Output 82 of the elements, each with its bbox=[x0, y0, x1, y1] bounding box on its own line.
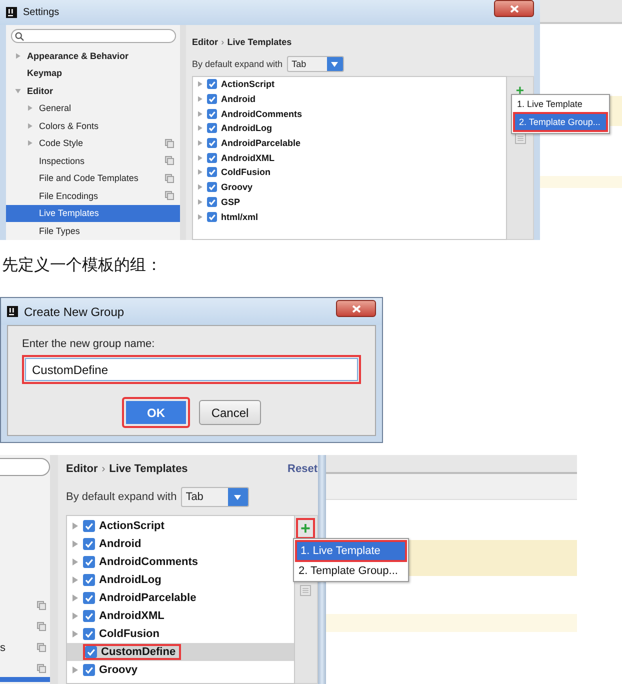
menu-item[interactable]: 1. Live Template bbox=[296, 542, 404, 560]
group-label: Android bbox=[99, 538, 142, 550]
sidebar-label: File and Code Templates bbox=[39, 173, 138, 184]
template-row[interactable]: AndroidXML bbox=[193, 150, 506, 166]
breadcrumb-item: Editor bbox=[192, 37, 218, 47]
group-label: Groovy bbox=[99, 664, 138, 676]
sidebar-label: Inspections bbox=[39, 156, 85, 166]
group-label: ColdFusion bbox=[99, 628, 160, 640]
template-row[interactable]: AndroidComments bbox=[193, 106, 506, 122]
sidebar-item[interactable]: File and Code Templates bbox=[6, 170, 180, 187]
sidebar-item[interactable]: Editor bbox=[6, 82, 180, 100]
template-row[interactable]: AndroidLog bbox=[193, 121, 506, 136]
template-row[interactable]: GSP bbox=[193, 194, 506, 210]
sidebar-label: Code Style bbox=[39, 138, 84, 148]
group-label: AndroidParcelable bbox=[99, 592, 196, 604]
reset-link[interactable]: Reset bbox=[288, 463, 318, 475]
group-label: ActionScript bbox=[99, 520, 164, 532]
template-row[interactable]: AndroidXML bbox=[67, 607, 294, 625]
sidebar-label: Live Templates bbox=[39, 208, 99, 218]
group-label: Android bbox=[221, 94, 256, 104]
sidebar-item[interactable]: Live Templates bbox=[6, 204, 180, 222]
sidebar-item[interactable]: Appearance & Behavior bbox=[6, 47, 180, 64]
breadcrumb-separator: › bbox=[221, 37, 224, 47]
group-label: AndroidXML bbox=[99, 610, 164, 622]
ok-button[interactable]: OK bbox=[122, 397, 190, 428]
breadcrumb-item: Editor bbox=[66, 463, 98, 475]
sidebar-label: File Types bbox=[39, 226, 80, 236]
sidebar-item[interactable]: s bbox=[0, 637, 50, 658]
template-row[interactable]: AndroidLog bbox=[67, 571, 294, 589]
template-row[interactable]: AndroidParcelable bbox=[67, 589, 294, 607]
group-label: AndroidXML bbox=[221, 152, 274, 163]
group-label: AndroidParcelable bbox=[221, 138, 301, 148]
sidebar-item[interactable]: General bbox=[6, 100, 180, 117]
group-label: html/xml bbox=[221, 212, 258, 222]
sidebar-label: s bbox=[0, 642, 6, 654]
expand-label: By default expand with bbox=[66, 491, 177, 503]
template-row[interactable]: Groovy bbox=[193, 180, 506, 194]
sidebar-label: General bbox=[39, 103, 72, 114]
name-field[interactable]: CustomDefine bbox=[25, 358, 358, 381]
group-label: AndroidComments bbox=[99, 556, 198, 568]
expand-label: By default expand with bbox=[192, 59, 283, 69]
group-label: Groovy bbox=[221, 182, 253, 192]
template-row[interactable]: Android bbox=[193, 92, 506, 106]
template-row[interactable]: Groovy bbox=[67, 661, 294, 679]
sidebar-item[interactable]: File Types bbox=[6, 222, 180, 240]
breadcrumb-item: Live Templates bbox=[227, 37, 292, 47]
group-label: GSP bbox=[221, 196, 240, 207]
sidebar-label: Colors & Fonts bbox=[39, 120, 99, 131]
sidebar-item[interactable]: Inspections bbox=[6, 152, 180, 170]
sidebar-item[interactable]: Code Style bbox=[6, 134, 180, 152]
sidebar-item[interactable]: Keymap bbox=[6, 64, 180, 82]
expand-dropdown[interactable]: Tab bbox=[286, 56, 344, 72]
template-row[interactable]: ColdFusion bbox=[193, 165, 506, 180]
template-row[interactable]: AndroidComments bbox=[67, 553, 294, 571]
field-label: Enter the new group name: bbox=[22, 338, 156, 350]
sidebar-item[interactable]: File Encodings bbox=[6, 187, 180, 204]
caption-text: 先定义一个模板的组： bbox=[2, 255, 163, 276]
group-label: CustomDefine bbox=[101, 646, 176, 658]
sidebar-label: File Encodings bbox=[39, 190, 98, 201]
breadcrumb-item: Live Templates bbox=[109, 463, 188, 475]
window-title: Create New Group bbox=[24, 304, 124, 318]
sidebar-label: Editor bbox=[27, 86, 53, 96]
group-label: AndroidLog bbox=[99, 574, 162, 586]
expand-dropdown[interactable]: Tab bbox=[180, 487, 249, 507]
group-label: AndroidComments bbox=[221, 108, 302, 119]
cancel-button[interactable]: Cancel bbox=[199, 400, 261, 425]
template-row[interactable]: CustomDefine bbox=[67, 643, 294, 661]
sidebar-label: Keymap bbox=[27, 68, 62, 78]
sidebar-item[interactable]: Colors & Fonts bbox=[6, 117, 180, 134]
template-row[interactable]: ActionScript bbox=[193, 77, 506, 92]
group-label: ColdFusion bbox=[221, 167, 270, 178]
breadcrumb-separator: › bbox=[102, 463, 106, 475]
group-label: ActionScript bbox=[221, 79, 275, 90]
menu-item[interactable]: 2. Template Group... bbox=[515, 114, 606, 130]
window-title: Settings bbox=[23, 7, 60, 18]
template-row[interactable]: AndroidParcelable bbox=[193, 136, 506, 150]
template-row[interactable]: ColdFusion bbox=[67, 625, 294, 643]
template-row[interactable]: html/xml bbox=[193, 209, 506, 224]
template-row[interactable]: Android bbox=[67, 535, 294, 553]
group-label: AndroidLog bbox=[221, 123, 272, 134]
sidebar-label: Appearance & Behavior bbox=[27, 50, 129, 61]
template-row[interactable]: ActionScript bbox=[67, 517, 294, 535]
